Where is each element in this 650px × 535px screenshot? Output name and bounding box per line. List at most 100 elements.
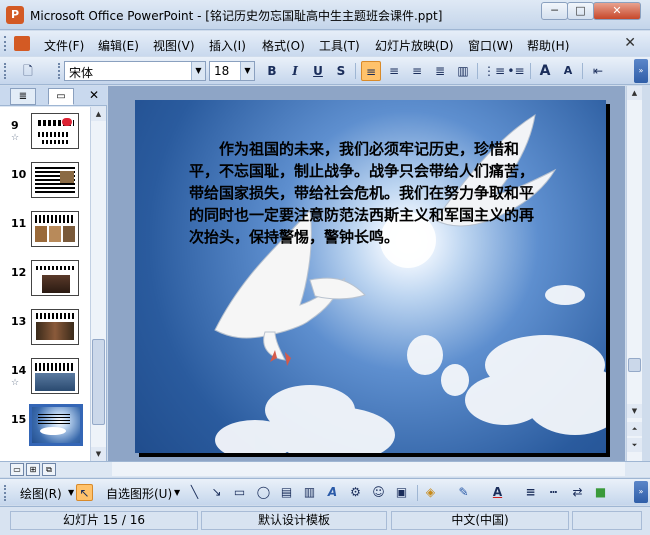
- menu-slideshow[interactable]: 幻灯片放映(D): [375, 37, 454, 54]
- list-item[interactable]: 9 ☆: [0, 107, 90, 153]
- tab-outline[interactable]: ≣: [10, 88, 36, 105]
- slide-thumbnail-selected[interactable]: [29, 404, 83, 446]
- arrow-icon[interactable]: ↘: [208, 484, 225, 501]
- menu-window[interactable]: 窗口(W): [468, 37, 513, 54]
- current-slide[interactable]: 作为祖国的未来，我们必须牢记历史，珍惜和平，不忘国耻，制止战争。战争只会带给人们…: [135, 100, 606, 453]
- slide-body-text[interactable]: 作为祖国的未来，我们必须牢记历史，珍惜和平，不忘国耻，制止战争。战争只会带给人们…: [189, 138, 545, 248]
- shadow-button[interactable]: S: [331, 61, 351, 81]
- scroll-down-icon[interactable]: ▼: [627, 404, 642, 418]
- slide-thumbnail[interactable]: [31, 211, 79, 247]
- toolbar-options-chevron-icon[interactable]: »: [634, 481, 648, 503]
- italic-button[interactable]: I: [285, 61, 305, 81]
- grow-font-button[interactable]: A: [535, 61, 555, 81]
- toolbar-grip[interactable]: [58, 63, 62, 79]
- line-icon[interactable]: ╲: [186, 484, 203, 501]
- diagram-icon[interactable]: ⚙: [347, 484, 364, 501]
- select-objects-icon[interactable]: ↖: [76, 484, 93, 501]
- normal-view-icon[interactable]: ▭: [10, 463, 24, 476]
- autoshapes-menu-button[interactable]: 自选图形(U): [106, 485, 172, 502]
- chevron-down-icon[interactable]: ▼: [191, 62, 205, 80]
- wordart-icon[interactable]: A: [324, 484, 341, 501]
- list-item[interactable]: 13: [0, 303, 90, 349]
- list-item[interactable]: 11: [0, 205, 90, 251]
- slide-thumbnail[interactable]: [31, 113, 79, 149]
- list-item[interactable]: 15: [0, 401, 90, 447]
- slideshow-view-icon[interactable]: ⧉: [42, 463, 56, 476]
- slide-scrollbar[interactable]: ▲ ▼ ⏶ ⏷: [626, 86, 642, 461]
- tab-slides[interactable]: ▭: [48, 88, 74, 105]
- scrollbar-thumb[interactable]: [92, 339, 105, 425]
- bold-button[interactable]: B: [262, 61, 282, 81]
- thumbnail-scrollbar[interactable]: ▲ ▼: [90, 107, 106, 461]
- slide-thumbnail[interactable]: [31, 260, 79, 296]
- align-right-button[interactable]: ≡: [407, 61, 427, 81]
- document-close-icon[interactable]: ✕: [624, 35, 636, 51]
- font-size-select[interactable]: 18 ▼: [209, 61, 255, 81]
- font-name-value: 宋体: [69, 66, 94, 80]
- scroll-up-icon[interactable]: ▲: [91, 107, 106, 121]
- insert-picture-icon[interactable]: ▣: [393, 484, 410, 501]
- slide-thumbnail[interactable]: [31, 162, 79, 198]
- line-style-icon[interactable]: ≡: [522, 484, 539, 501]
- language-status[interactable]: 中文(中国): [391, 511, 569, 530]
- toolbar-options-chevron-icon[interactable]: »: [634, 59, 648, 83]
- columns-button[interactable]: ▥: [453, 61, 473, 81]
- font-size-value: 18: [214, 64, 230, 78]
- scroll-up-icon[interactable]: ▲: [627, 86, 642, 100]
- pane-close-icon[interactable]: ✕: [89, 88, 99, 102]
- menu-file[interactable]: 文件(F): [44, 37, 84, 54]
- menu-view[interactable]: 视图(V): [153, 37, 195, 54]
- scroll-down-icon[interactable]: ▼: [91, 447, 106, 461]
- powerpoint-app-icon[interactable]: P: [6, 6, 24, 24]
- bullets-button[interactable]: •≡: [506, 61, 526, 81]
- center-button[interactable]: ≡: [384, 61, 404, 81]
- menu-grip[interactable]: [4, 36, 8, 51]
- slide-sorter-icon[interactable]: ⊞: [26, 463, 40, 476]
- list-item[interactable]: 12: [0, 254, 90, 300]
- textbox-icon[interactable]: ▤: [278, 484, 295, 501]
- new-document-icon[interactable]: 🗋: [18, 61, 38, 81]
- rectangle-icon[interactable]: ▭: [231, 484, 248, 501]
- line-color-icon[interactable]: ✎: [455, 484, 472, 501]
- close-window-button[interactable]: ✕: [593, 2, 641, 20]
- toolbar-separator: [477, 63, 478, 79]
- slide-thumbnail[interactable]: [31, 358, 79, 394]
- menu-format[interactable]: 格式(O): [262, 37, 305, 54]
- vertical-textbox-icon[interactable]: ▥: [301, 484, 318, 501]
- chevron-down-icon[interactable]: ▼: [68, 488, 74, 497]
- shrink-font-button[interactable]: A: [558, 61, 578, 81]
- draw-menu-button[interactable]: 绘图(R): [20, 485, 62, 502]
- dash-style-icon[interactable]: ┅: [545, 484, 562, 501]
- fill-color-icon[interactable]: ◈: [422, 484, 439, 501]
- decrease-indent-button[interactable]: ⇤: [588, 61, 608, 81]
- chevron-down-icon[interactable]: ▼: [174, 488, 180, 497]
- menu-help[interactable]: 帮助(H): [527, 37, 569, 54]
- minimize-button[interactable]: ─: [541, 2, 568, 20]
- numbering-button[interactable]: ⋮≡: [483, 61, 505, 81]
- font-name-select[interactable]: 宋体 ▼: [64, 61, 206, 81]
- chevron-down-icon[interactable]: ▼: [240, 62, 254, 80]
- shadow-3d-icon[interactable]: ■: [592, 484, 609, 501]
- menu-tools[interactable]: 工具(T): [319, 37, 360, 54]
- list-item[interactable]: 10: [0, 156, 90, 202]
- previous-slide-icon[interactable]: ⏶: [627, 422, 642, 436]
- design-template-status[interactable]: 默认设计模板: [201, 511, 387, 530]
- font-color-icon[interactable]: A: [489, 484, 506, 501]
- horizontal-scrollbar[interactable]: [112, 462, 625, 476]
- next-slide-icon[interactable]: ⏷: [627, 438, 642, 452]
- toolbar-grip[interactable]: [4, 63, 8, 79]
- maximize-button[interactable]: □: [567, 2, 594, 20]
- scrollbar-thumb[interactable]: [628, 358, 641, 372]
- align-left-button[interactable]: ≡: [361, 61, 381, 81]
- slide-thumbnail[interactable]: [31, 309, 79, 345]
- document-icon[interactable]: [14, 36, 30, 51]
- clipart-icon[interactable]: ☺: [370, 484, 387, 501]
- menu-insert[interactable]: 插入(I): [209, 37, 246, 54]
- oval-icon[interactable]: ◯: [255, 484, 272, 501]
- toolbar-grip[interactable]: [4, 485, 8, 501]
- arrow-style-icon[interactable]: ⇄: [569, 484, 586, 501]
- distribute-button[interactable]: ≣: [430, 61, 450, 81]
- list-item[interactable]: 14 ☆: [0, 352, 90, 398]
- underline-button[interactable]: U: [308, 61, 328, 81]
- menu-edit[interactable]: 编辑(E): [98, 37, 139, 54]
